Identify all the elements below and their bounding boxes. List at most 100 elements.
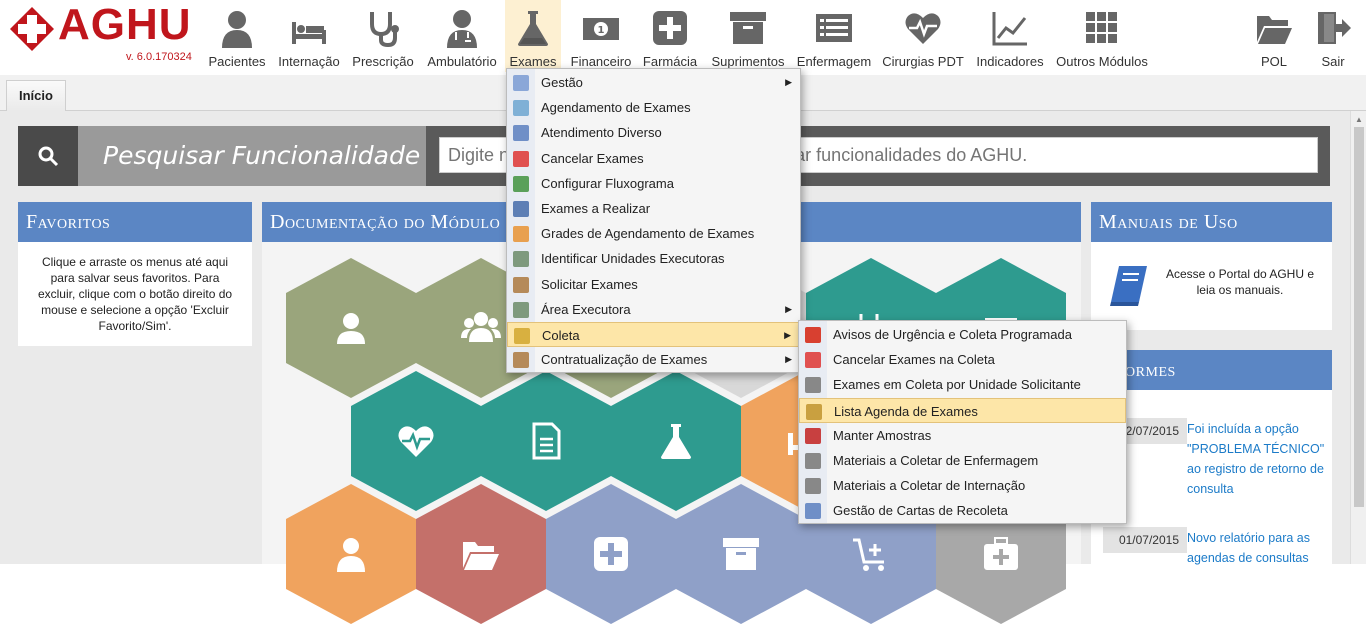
menu-item-identificar-unidades[interactable]: Identificar Unidades Executoras [507, 246, 800, 271]
module-label: POL [1260, 54, 1287, 69]
menu-item-cancelar-exames-coleta[interactable]: Cancelar Exames na Coleta [799, 347, 1126, 372]
menu-item-materiais-internacao[interactable]: Materiais a Coletar de Internação [799, 473, 1126, 498]
people-icon [513, 125, 529, 142]
plus-icon [653, 11, 687, 45]
module-label: Internação [278, 54, 340, 69]
tubes-rack-icon [513, 352, 529, 369]
hex-pol[interactable] [416, 484, 546, 624]
module-exames[interactable]: Exames [505, 0, 561, 72]
agenda-list-icon [806, 403, 822, 420]
letter-icon [805, 503, 821, 520]
menu-item-manter-amostras[interactable]: Manter Amostras [799, 423, 1126, 448]
tubes-rack-icon [513, 276, 529, 293]
module-ambulatorio[interactable]: Ambulatório [424, 0, 500, 72]
printer-icon [805, 478, 821, 495]
cancel-tubes-icon [805, 352, 821, 369]
menu-item-area-executora[interactable]: Área Executora ▶ [507, 297, 800, 322]
doctor-icon [337, 538, 365, 572]
aghu-logo[interactable]: AGHU v. 6.0.170324 [6, 0, 201, 64]
submenu-arrow-icon: ▶ [784, 329, 791, 340]
module-pol[interactable]: POL [1252, 0, 1296, 72]
menu-item-agendamento-exames[interactable]: Agendamento de Exames [507, 95, 800, 120]
module-internacao[interactable]: Internação [276, 0, 342, 72]
module-label: Enfermagem [796, 54, 872, 69]
hex-documento[interactable] [481, 371, 611, 511]
list-icon [513, 200, 529, 217]
news-date: 01/07/2015 [1103, 527, 1187, 553]
module-label: Financeiro [570, 54, 632, 69]
document-icon [532, 422, 561, 460]
flowchart-icon [513, 175, 529, 192]
user-icon [337, 313, 365, 344]
menu-item-coleta[interactable]: Coleta ▶ [507, 321, 800, 348]
building-icon [513, 251, 529, 268]
module-sair[interactable]: Sair [1310, 0, 1356, 72]
menu-item-materiais-enfermagem[interactable]: Materiais a Coletar de Enfermagem [799, 448, 1126, 473]
search-button[interactable] [18, 126, 78, 186]
exames-menu: Gestão ▶ Agendamento de Exames Atendiment… [506, 68, 801, 373]
module-outros-modulos[interactable]: Outros Módulos [1054, 0, 1150, 72]
hex-exames[interactable] [611, 371, 741, 511]
schedule-grid-icon [513, 226, 529, 243]
scrollbar-thumb[interactable] [1354, 127, 1364, 507]
plus-icon [594, 537, 628, 571]
heartbeat-icon [905, 13, 941, 44]
menu-item-gestao-cartas-recoleta[interactable]: Gestão de Cartas de Recoleta [799, 498, 1126, 523]
module-enfermagem[interactable]: Enfermagem [794, 0, 874, 72]
module-farmacia[interactable]: Farmácia [640, 0, 700, 72]
module-cirurgias-pdt[interactable]: Cirurgias PDT [880, 0, 966, 72]
user-icon [222, 11, 252, 48]
list-icon [816, 14, 852, 42]
menu-item-atendimento-diverso[interactable]: Atendimento Diverso [507, 120, 800, 145]
app-name: AGHU [58, 0, 192, 49]
hex-pacientes[interactable] [286, 258, 416, 398]
news-link[interactable]: Novo relatório para as agendas de consul… [1187, 528, 1327, 568]
archive-icon [730, 12, 766, 44]
menu-item-contratualizacao[interactable]: Contratualização de Exames ▶ [507, 347, 800, 372]
scroll-up-icon[interactable]: ▲ [1355, 115, 1363, 124]
printer-icon [805, 377, 821, 394]
folder-icon [463, 542, 499, 570]
menu-item-grades-agendamento[interactable]: Grades de Agendamento de Exames [507, 221, 800, 246]
bed-icon [292, 22, 326, 44]
hex-suprimentos[interactable] [676, 484, 806, 624]
favorites-text: Clique e arraste os menus até aqui para … [37, 255, 233, 333]
menu-item-exames-a-realizar[interactable]: Exames a Realizar [507, 196, 800, 221]
vertical-scrollbar[interactable]: ▲ [1350, 111, 1366, 564]
module-financeiro[interactable]: 1 Financeiro [568, 0, 634, 72]
hex-cirurgias[interactable] [351, 371, 481, 511]
menu-item-configurar-fluxograma[interactable]: Configurar Fluxograma [507, 171, 800, 196]
module-pacientes[interactable]: Pacientes [206, 0, 268, 72]
news-link[interactable]: Foi incluída a opção "PROBLEMA TÉCNICO" … [1187, 419, 1327, 499]
grid-icon [1086, 12, 1117, 43]
chart-icon [992, 12, 1027, 46]
menu-item-cancelar-exames[interactable]: Cancelar Exames [507, 146, 800, 171]
menu-item-solicitar-exames[interactable]: Solicitar Exames [507, 272, 800, 297]
module-label: Farmácia [642, 54, 698, 69]
book-icon [1110, 266, 1147, 306]
stethoscope-icon [370, 12, 399, 48]
flask-icon [518, 11, 548, 46]
module-label: Outros Módulos [1056, 54, 1148, 69]
module-prescricao[interactable]: Prescrição [350, 0, 416, 72]
hex-farmacia[interactable] [546, 484, 676, 624]
svg-text:1: 1 [598, 25, 605, 36]
manuals-panel[interactable]: Acesse o Portal do AGHU e leia os manuai… [1091, 242, 1332, 330]
module-label: Ambulatório [427, 54, 497, 69]
menu-item-avisos-urgencia[interactable]: Avisos de Urgência e Coleta Programada [799, 322, 1126, 347]
menu-item-lista-agenda-exames[interactable]: Lista Agenda de Exames [799, 397, 1126, 423]
hex-ambulatorio[interactable] [286, 484, 416, 624]
heartbeat-icon [398, 426, 434, 457]
money-icon: 1 [583, 18, 619, 40]
cart-icon [853, 538, 884, 571]
module-indicadores[interactable]: Indicadores [972, 0, 1048, 72]
submenu-arrow-icon: ▶ [785, 303, 792, 314]
favorites-panel[interactable]: Clique e arraste os menus até aqui para … [18, 242, 252, 346]
printer-icon [805, 452, 821, 469]
coleta-submenu: Avisos de Urgência e Coleta Programada C… [798, 320, 1127, 524]
menu-item-gestao[interactable]: Gestão ▶ [507, 70, 800, 95]
submenu-arrow-icon: ▶ [785, 77, 792, 87]
tab-inicio[interactable]: Início [6, 80, 66, 111]
menu-item-exames-coleta-unidade[interactable]: Exames em Coleta por Unidade Solicitante [799, 372, 1126, 397]
module-suprimentos[interactable]: Suprimentos [708, 0, 788, 72]
